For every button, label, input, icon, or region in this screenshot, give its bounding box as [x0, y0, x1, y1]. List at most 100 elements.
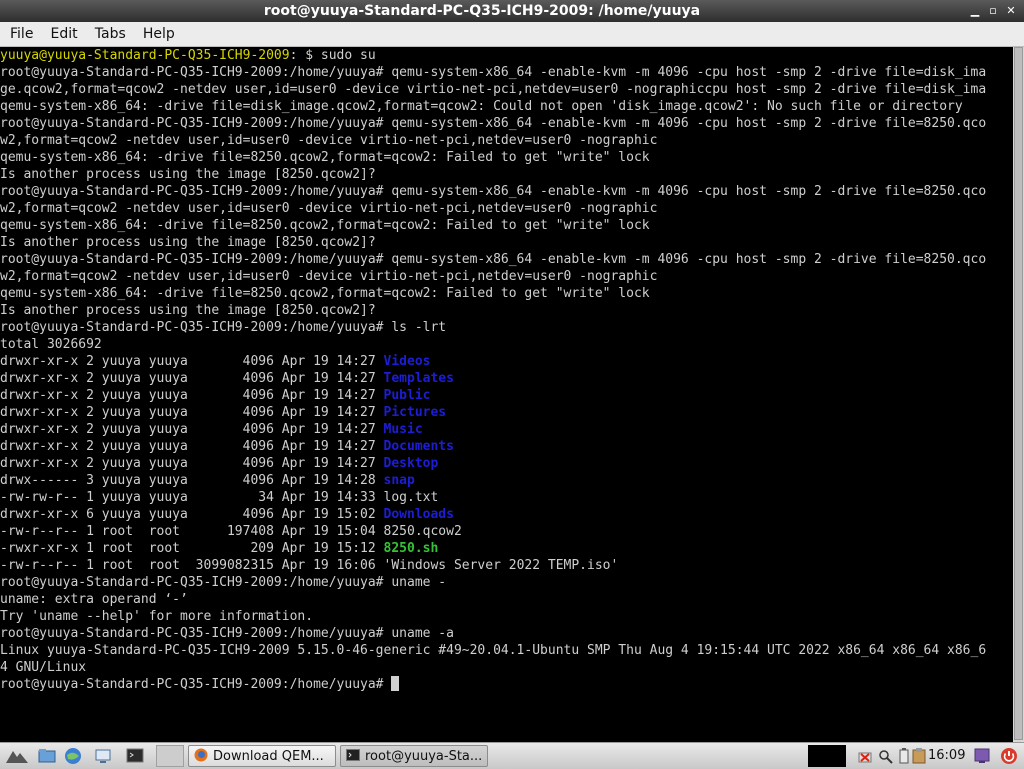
ls-meta: drwxr-xr-x 2 yuuya yuuya 4096 Apr 19 14:… [0, 388, 384, 403]
clipboard-icon[interactable] [912, 747, 926, 765]
ls-meta: drwxr-xr-x 2 yuuya yuuya 4096 Apr 19 14:… [0, 422, 384, 437]
terminal-line: Try 'uname --help' for more information. [0, 609, 314, 624]
prompt-command: : $ sudo su [289, 48, 376, 63]
menu-bar: File Edit Tabs Help [0, 22, 1024, 47]
terminal-line: Linux yuuya-Standard-PC-Q35-ICH9-2009 5.… [0, 643, 987, 658]
ls-row: drwxr-xr-x 2 yuuya yuuya 4096 Apr 19 14:… [0, 387, 1013, 404]
terminal-line: Is another process using the image [8250… [0, 303, 376, 318]
ls-row: drwxr-xr-x 6 yuuya yuuya 4096 Apr 19 15:… [0, 506, 1013, 523]
ls-row: drwxr-xr-x 2 yuuya yuuya 4096 Apr 19 14:… [0, 421, 1013, 438]
ls-row: -rw-r--r-- 1 root root 3099082315 Apr 19… [0, 557, 1013, 574]
battery-icon[interactable] [898, 747, 910, 765]
terminal-line: root@yuuya-Standard-PC-Q35-ICH9-2009:/ho… [0, 116, 987, 131]
ls-name: Videos [383, 354, 431, 369]
menu-edit[interactable]: Edit [49, 22, 80, 46]
ls-row: -rw-r--r-- 1 root root 197408 Apr 19 15:… [0, 523, 1013, 540]
network-disconnected-icon[interactable] [858, 747, 872, 765]
ls-name: Downloads [383, 507, 454, 522]
ls-meta: -rw-r--r-- 1 root root 197408 Apr 19 15:… [0, 524, 384, 539]
ls-meta: -rw-rw-r-- 1 yuuya yuuya 34 Apr 19 14:33 [0, 490, 384, 505]
ls-meta: drwxr-xr-x 2 yuuya yuuya 4096 Apr 19 14:… [0, 371, 384, 386]
ls-row: drwxr-xr-x 2 yuuya yuuya 4096 Apr 19 14:… [0, 370, 1013, 387]
close-icon[interactable]: ✕ [1004, 3, 1018, 18]
terminal-launcher-icon[interactable] [126, 747, 144, 765]
terminal-line: Is another process using the image [8250… [0, 167, 376, 182]
ls-meta: drwx------ 3 yuuya yuuya 4096 Apr 19 14:… [0, 473, 384, 488]
window-title: root@yuuya-Standard-PC-Q35-ICH9-2009: /h… [263, 3, 701, 19]
show-desktop-icon[interactable] [94, 747, 112, 765]
ls-row: drwxr-xr-x 2 yuuya yuuya 4096 Apr 19 14:… [0, 438, 1013, 455]
ls-name: Public [383, 388, 431, 403]
terminal-line: root@yuuya-Standard-PC-Q35-ICH9-2009:/ho… [0, 320, 447, 335]
prompt-user: yuuya@yuuya-Standard-PC-Q35-ICH9-2009 [0, 48, 290, 63]
terminal-line: 4 GNU/Linux [0, 660, 87, 675]
ls-meta: -rwxr-xr-x 1 root root 209 Apr 19 15:12 [0, 541, 384, 556]
ls-name: 'Windows Server 2022 TEMP.iso' [383, 558, 619, 573]
terminal-icon [346, 749, 360, 761]
ls-name: log.txt [383, 490, 439, 505]
ls-row: drwxr-xr-x 2 yuuya yuuya 4096 Apr 19 14:… [0, 353, 1013, 370]
task-terminal[interactable]: root@yuuya-Sta... [340, 745, 488, 767]
ls-name: Templates [383, 371, 454, 386]
text-cursor [391, 676, 400, 691]
file-manager-icon[interactable] [38, 747, 56, 765]
start-menu-icon[interactable] [4, 747, 30, 765]
terminal-line: w2,format=qcow2 -netdev user,id=user0 -d… [0, 201, 658, 216]
ls-name: Music [383, 422, 423, 437]
menu-help[interactable]: Help [141, 22, 177, 46]
terminal-line: root@yuuya-Standard-PC-Q35-ICH9-2009:/ho… [0, 65, 987, 80]
ls-meta: drwxr-xr-x 2 yuuya yuuya 4096 Apr 19 14:… [0, 456, 384, 471]
ls-row: -rwxr-xr-x 1 root root 209 Apr 19 15:12 … [0, 540, 1013, 557]
ls-meta: -rw-r--r-- 1 root root 3099082315 Apr 19… [0, 558, 384, 573]
taskbar: Download QEM... root@yuuya-Sta... 16:09 [0, 742, 1024, 769]
ls-row: drwx------ 3 yuuya yuuya 4096 Apr 19 14:… [0, 472, 1013, 489]
terminal-scrollbar[interactable] [1013, 47, 1024, 742]
taskbar-spacer [156, 745, 184, 767]
ls-name: Documents [383, 439, 454, 454]
ls-meta: drwxr-xr-x 2 yuuya yuuya 4096 Apr 19 14:… [0, 439, 384, 454]
window-titlebar[interactable]: root@yuuya-Standard-PC-Q35-ICH9-2009: /h… [0, 0, 1024, 22]
final-prompt: root@yuuya-Standard-PC-Q35-ICH9-2009:/ho… [0, 677, 392, 692]
terminal-line: root@yuuya-Standard-PC-Q35-ICH9-2009:/ho… [0, 184, 987, 199]
ls-name: snap [383, 473, 415, 488]
ls-row: drwxr-xr-x 2 yuuya yuuya 4096 Apr 19 14:… [0, 455, 1013, 472]
terminal-line: qemu-system-x86_64: -drive file=8250.qco… [0, 286, 650, 301]
ls-row: drwxr-xr-x 2 yuuya yuuya 4096 Apr 19 14:… [0, 404, 1013, 421]
terminal-line: uname: extra operand ‘-’ [0, 592, 188, 607]
scrollbar-thumb[interactable] [1014, 47, 1023, 740]
menu-tabs[interactable]: Tabs [93, 22, 128, 46]
tray-black-area [808, 745, 846, 767]
ls-meta: drwxr-xr-x 6 yuuya yuuya 4096 Apr 19 15:… [0, 507, 384, 522]
lock-screen-icon[interactable] [973, 747, 991, 765]
terminal-line: qemu-system-x86_64: -drive file=8250.qco… [0, 218, 650, 233]
task-label: Download QEM... [213, 749, 324, 764]
final-prompt-line: root@yuuya-Standard-PC-Q35-ICH9-2009:/ho… [0, 676, 1013, 693]
task-firefox[interactable]: Download QEM... [188, 745, 336, 767]
menu-file[interactable]: File [8, 22, 35, 46]
firefox-icon [194, 748, 208, 762]
terminal-line: w2,format=qcow2 -netdev user,id=user0 -d… [0, 133, 658, 148]
clock[interactable]: 16:09 [928, 743, 965, 769]
user-prompt-line: yuuya@yuuya-Standard-PC-Q35-ICH9-2009: $… [0, 47, 1013, 64]
terminal-line: root@yuuya-Standard-PC-Q35-ICH9-2009:/ho… [0, 252, 987, 267]
web-browser-icon[interactable] [64, 747, 82, 765]
task-label: root@yuuya-Sta... [365, 749, 483, 764]
terminal-line: total 3026692 [0, 337, 102, 352]
terminal-line: ge.qcow2,format=qcow2 -netdev user,id=us… [0, 82, 987, 97]
power-icon[interactable] [1000, 747, 1018, 765]
ls-name: Pictures [383, 405, 447, 420]
terminal-line: qemu-system-x86_64: -drive file=8250.qco… [0, 150, 650, 165]
terminal-line: w2,format=qcow2 -netdev user,id=user0 -d… [0, 269, 658, 284]
terminal-line: root@yuuya-Standard-PC-Q35-ICH9-2009:/ho… [0, 575, 447, 590]
ls-meta: drwxr-xr-x 2 yuuya yuuya 4096 Apr 19 14:… [0, 354, 384, 369]
terminal-line: Is another process using the image [8250… [0, 235, 376, 250]
ls-name: 8250.qcow2 [383, 524, 462, 539]
terminal-line: qemu-system-x86_64: -drive file=disk_ima… [0, 99, 963, 114]
ls-name: Desktop [383, 456, 439, 471]
search-icon[interactable] [878, 747, 894, 765]
terminal-output[interactable]: yuuya@yuuya-Standard-PC-Q35-ICH9-2009: $… [0, 47, 1013, 742]
ls-name: 8250.sh [383, 541, 439, 556]
minimize-icon[interactable]: ▁ [968, 3, 982, 18]
maximize-icon[interactable]: ▫ [986, 3, 1000, 18]
ls-row: -rw-rw-r-- 1 yuuya yuuya 34 Apr 19 14:33… [0, 489, 1013, 506]
